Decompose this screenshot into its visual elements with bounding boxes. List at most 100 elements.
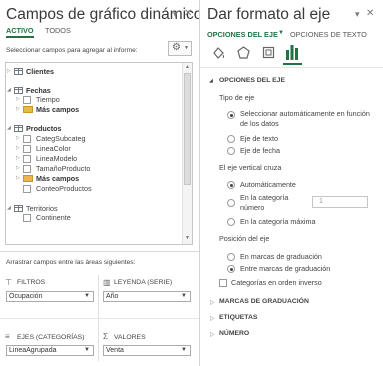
expand-icon[interactable]: ▷ [210, 331, 215, 338]
area-axis-item[interactable]: LineaAgrupada ▼ [6, 345, 94, 356]
section-header-labels[interactable]: ETIQUETAS [219, 314, 257, 321]
expand-icon[interactable]: ▷ [16, 145, 20, 151]
option-on-ticks[interactable]: En marcas de graduación [240, 252, 322, 261]
table-icon [14, 205, 23, 212]
expand-icon[interactable]: ▷ [16, 155, 20, 161]
field-checkbox[interactable] [23, 135, 31, 143]
chevron-down-icon[interactable]: ▼ [278, 30, 284, 36]
section-header-axis-options[interactable]: OPCIONES DEL EJE [219, 77, 285, 84]
chevron-down-icon: ▼ [84, 347, 90, 353]
cross-number-input[interactable]: 1 [312, 196, 368, 208]
field-item[interactable]: Continente [36, 213, 71, 222]
tab-text-options[interactable]: OPCIONES DE TEXTO [290, 30, 367, 39]
area-label-filters: FILTROS [17, 279, 46, 286]
chevron-down-icon: ▼ [184, 45, 189, 51]
field-checkbox[interactable] [23, 145, 31, 153]
folder-icon [23, 175, 33, 182]
chevron-down-icon: ▼ [84, 293, 90, 299]
field-item[interactable]: Clientes [26, 67, 54, 76]
radio-cross-max[interactable] [227, 218, 235, 226]
expand-icon[interactable]: ▷ [16, 175, 20, 181]
expand-icon[interactable]: ▷ [16, 106, 20, 112]
area-label-values: VALORES [114, 334, 146, 341]
scroll-down-icon[interactable]: ▼ [185, 235, 190, 241]
section-header-number[interactable]: NÚMERO [219, 330, 249, 337]
expand-icon[interactable]: ▷ [16, 96, 20, 102]
option-auto[interactable]: Seleccionar automáticamente en función d… [240, 109, 375, 129]
option-text-axis[interactable]: Eje de texto [240, 134, 278, 143]
radio-cross-number[interactable] [227, 199, 235, 207]
scroll-up-icon[interactable]: ▲ [185, 64, 190, 70]
fill-line-icon[interactable] [212, 46, 225, 59]
field-checkbox[interactable] [23, 214, 31, 222]
tab-todos[interactable]: TODOS [45, 26, 71, 35]
field-item[interactable]: Tiempo [36, 95, 60, 104]
field-item[interactable]: Más campos [36, 174, 79, 183]
option-cross-auto[interactable]: Automáticamente [240, 180, 296, 189]
radio-date-axis[interactable] [227, 147, 235, 155]
expand-icon[interactable]: ▷ [7, 68, 11, 74]
field-checkbox[interactable] [23, 165, 31, 173]
field-item[interactable]: LineaModelo [36, 154, 77, 163]
sigma-icon: Σ [103, 332, 108, 341]
reverse-checkbox[interactable] [219, 279, 227, 287]
expand-icon[interactable]: ▷ [210, 299, 215, 306]
expand-icon[interactable]: ▷ [210, 315, 215, 322]
label-cruza: El eje vertical cruza [219, 163, 282, 172]
field-item[interactable]: ConteoProductos [36, 184, 92, 193]
collapse-icon[interactable]: ◢ [209, 78, 213, 84]
field-item[interactable]: TamañoProducto [36, 164, 90, 173]
radio-cross-auto[interactable] [227, 181, 235, 189]
area-legend-value: Año [106, 293, 119, 300]
radio-between-ticks[interactable] [227, 265, 235, 273]
expand-icon[interactable]: ▷ [16, 165, 20, 171]
close-icon[interactable]: ✕ [366, 8, 374, 19]
scroll-thumb[interactable] [184, 73, 191, 185]
divider [0, 251, 199, 252]
field-checkbox[interactable] [23, 96, 31, 104]
table-icon [14, 68, 23, 75]
pane-title: Dar formato al eje [207, 6, 331, 23]
area-legend-item[interactable]: Año ▼ [103, 291, 191, 302]
field-list[interactable]: ▷ Clientes ◢ Fechas ▷ Tiempo ▷ Más campo… [5, 62, 193, 245]
effects-icon[interactable] [237, 46, 250, 59]
option-date-axis[interactable]: Eje de fecha [240, 146, 280, 155]
dropdown-icon[interactable]: ▾ [173, 9, 178, 20]
collapse-icon[interactable]: ◢ [7, 205, 11, 211]
field-item[interactable]: Productos [26, 124, 62, 133]
field-item[interactable]: Fechas [26, 86, 51, 95]
option-cross-number[interactable]: En la categoría número [240, 193, 300, 213]
scrollbar[interactable]: ▲ ▼ [182, 63, 192, 244]
pivot-fields-pane: Campos de gráfico dinámico ▾ ✕ ACTIVO TO… [0, 0, 202, 366]
tools-button[interactable]: ⚙ ▼ [168, 41, 192, 56]
field-item[interactable]: CategSubcateg [36, 134, 86, 143]
collapse-icon[interactable]: ◢ [7, 87, 11, 93]
section-header-ticks[interactable]: MARCAS DE GRADUACIÓN [219, 298, 309, 305]
filter-icon: ⊤ [5, 278, 12, 287]
area-filters-item[interactable]: Ocupación ▼ [6, 291, 94, 302]
axis-options-icon[interactable] [285, 44, 300, 61]
dropdown-icon[interactable]: ▾ [355, 9, 360, 20]
field-item[interactable]: Territorios [26, 204, 58, 213]
expand-icon[interactable]: ▷ [16, 135, 20, 141]
choose-fields-label: Seleccionar campos para agregar al infor… [6, 47, 138, 54]
field-checkbox[interactable] [23, 155, 31, 163]
radio-text-axis[interactable] [227, 135, 235, 143]
area-label-legend: LEYENDA (SERIE) [114, 279, 173, 286]
collapse-icon[interactable]: ◢ [7, 125, 11, 131]
field-item[interactable]: LineaColor [36, 144, 71, 153]
option-reverse[interactable]: Categorías en orden inverso [231, 278, 322, 287]
option-cross-max[interactable]: En la categoría máxima [240, 217, 316, 226]
size-properties-icon[interactable] [262, 46, 275, 59]
radio-auto[interactable] [227, 111, 235, 119]
radio-on-ticks[interactable] [227, 253, 235, 261]
chevron-down-icon: ▼ [181, 347, 187, 353]
field-checkbox[interactable] [23, 185, 31, 193]
area-values-item[interactable]: Venta ▼ [103, 345, 191, 356]
area-values-value: Venta [106, 347, 124, 354]
close-icon[interactable]: ✕ [184, 8, 192, 19]
option-between-ticks[interactable]: Entre marcas de graduación [240, 264, 330, 273]
tab-activo[interactable]: ACTIVO [6, 26, 34, 38]
field-item[interactable]: Más campos [36, 105, 79, 114]
tab-axis-options[interactable]: OPCIONES DEL EJE [207, 30, 278, 39]
